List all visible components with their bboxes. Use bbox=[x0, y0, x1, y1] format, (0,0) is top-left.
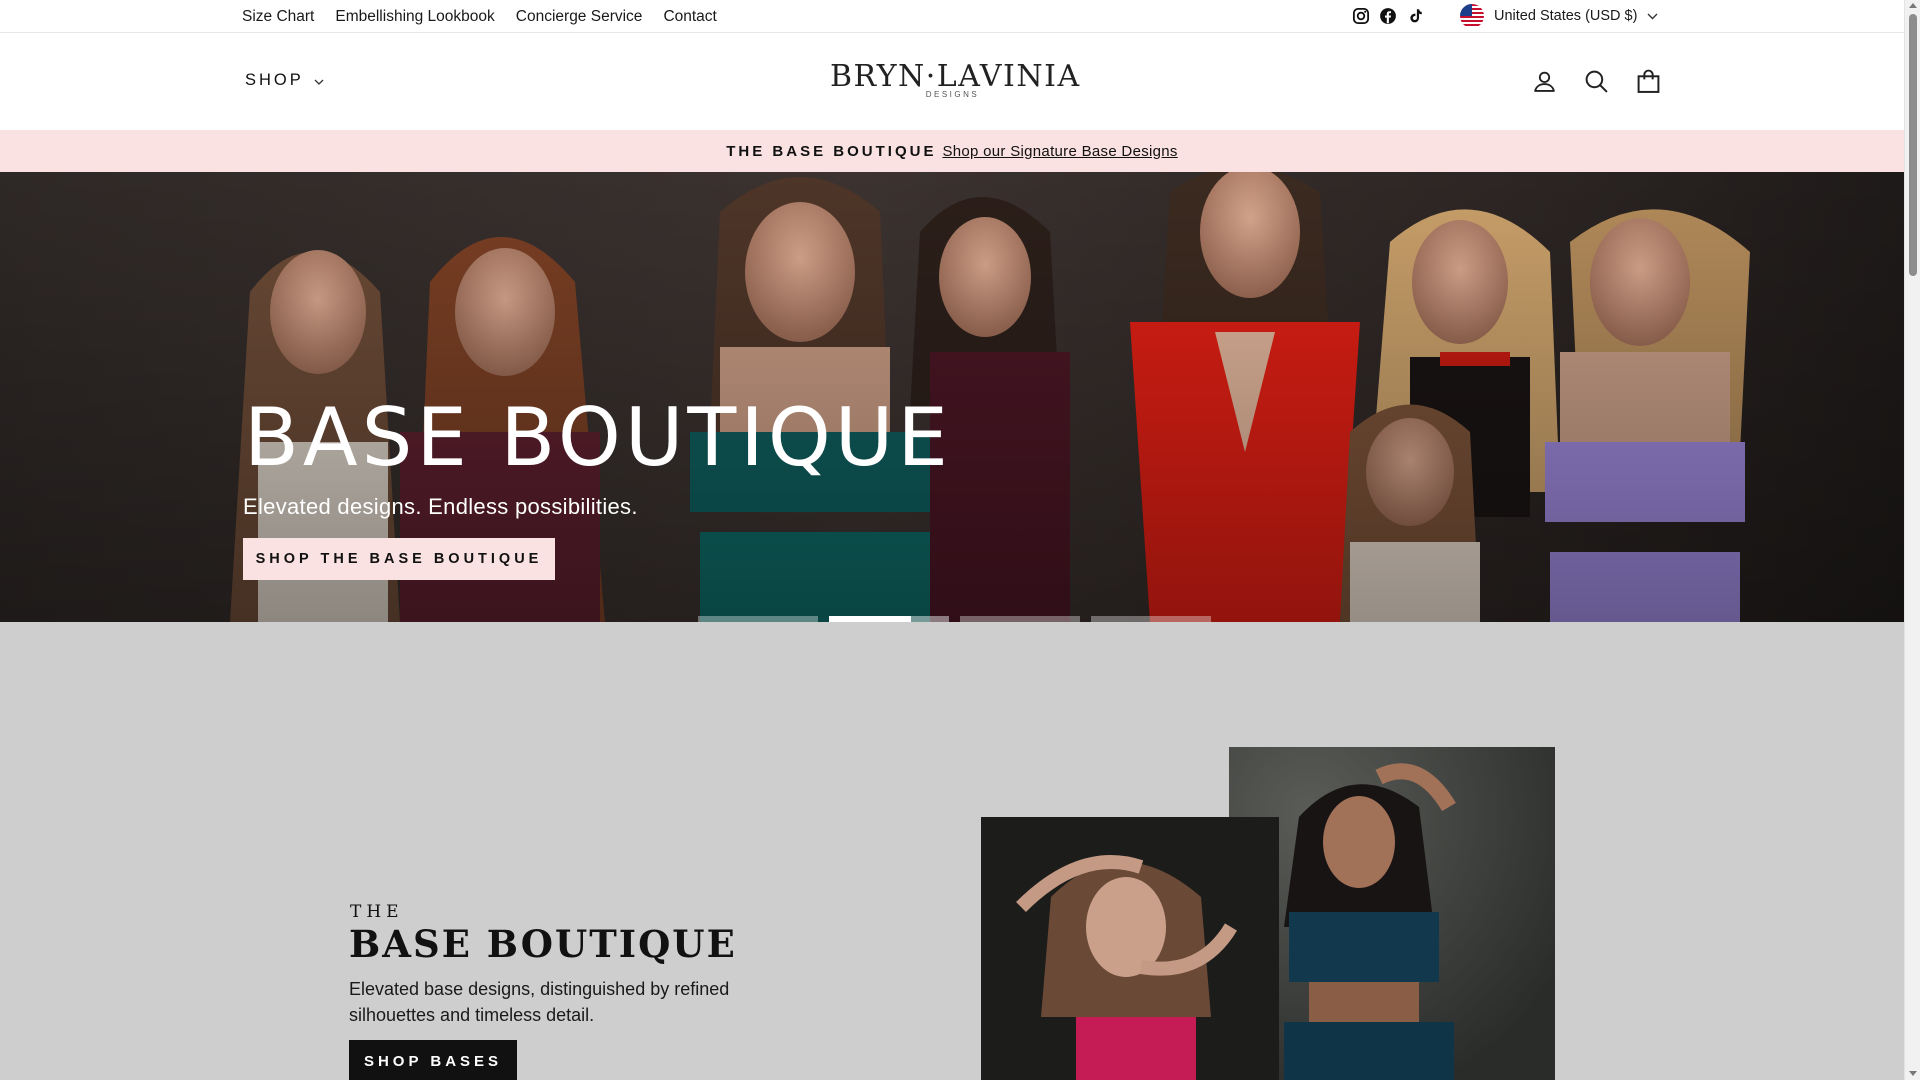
feature-pretitle: THE bbox=[350, 902, 404, 922]
account-icon[interactable] bbox=[1532, 69, 1557, 94]
utility-link-size-chart[interactable]: Size Chart bbox=[242, 8, 314, 26]
facebook-icon[interactable] bbox=[1379, 7, 1397, 25]
search-icon[interactable] bbox=[1584, 69, 1609, 94]
shop-menu-label: SHOP bbox=[245, 71, 304, 89]
shop-base-boutique-button[interactable]: SHOP THE BASE BOUTIQUE bbox=[243, 538, 555, 580]
currency-label: United States (USD $) bbox=[1494, 8, 1638, 24]
hero-subtitle: Elevated designs. Endless possibilities. bbox=[243, 494, 638, 519]
page-scrollbar[interactable] bbox=[1904, 0, 1920, 1080]
chevron-down-icon bbox=[314, 71, 324, 90]
hero-title: BASE BOUTIQUE bbox=[244, 391, 952, 484]
utility-nav: Size Chart Embellishing Lookbook Concier… bbox=[242, 0, 717, 33]
scroll-down-arrow-icon[interactable] bbox=[1909, 1071, 1917, 1076]
announcement-link[interactable]: Shop our Signature Base Designs bbox=[942, 143, 1177, 160]
scrollbar-thumb[interactable] bbox=[1909, 14, 1917, 276]
scroll-up-arrow-icon[interactable] bbox=[1909, 3, 1917, 8]
logo-name: BRYN·LAVINIA bbox=[830, 59, 1081, 94]
shop-menu-button[interactable]: SHOP bbox=[245, 71, 324, 90]
chevron-down-icon bbox=[1647, 8, 1658, 24]
tiktok-icon[interactable] bbox=[1406, 7, 1424, 25]
announcement-bar: THE BASE BOUTIQUE Shop our Signature Bas… bbox=[0, 130, 1904, 172]
cart-icon[interactable] bbox=[1636, 69, 1661, 94]
utility-link-contact[interactable]: Contact bbox=[663, 8, 716, 26]
feature-title: BASE BOUTIQUE bbox=[349, 922, 737, 966]
utility-link-embellishing-lookbook[interactable]: Embellishing Lookbook bbox=[335, 8, 494, 26]
instagram-icon[interactable] bbox=[1352, 7, 1370, 25]
utility-bar: Size Chart Embellishing Lookbook Concier… bbox=[0, 0, 1904, 33]
announcement-heading: THE BASE BOUTIQUE bbox=[726, 142, 937, 160]
site-header: SHOP BRYN·LAVINIA DESIGNS bbox=[0, 33, 1904, 130]
us-flag-icon bbox=[1460, 4, 1484, 28]
feature-image-pink-outfit bbox=[981, 817, 1279, 1080]
utility-link-concierge-service[interactable]: Concierge Service bbox=[516, 8, 643, 26]
hero-slideshow: BASE BOUTIQUE Elevated designs. Endless … bbox=[0, 172, 1904, 622]
feature-section: THE BASE BOUTIQUE Elevated base designs,… bbox=[0, 622, 1904, 1080]
feature-description: Elevated base designs, distinguished by … bbox=[349, 979, 730, 1025]
header-actions bbox=[1532, 69, 1661, 94]
shop-bases-button[interactable]: SHOP BASES bbox=[349, 1040, 517, 1080]
social-links bbox=[1352, 7, 1424, 25]
currency-selector[interactable]: United States (USD $) bbox=[1460, 3, 1658, 29]
brand-logo[interactable]: BRYN·LAVINIA DESIGNS bbox=[830, 59, 1081, 99]
